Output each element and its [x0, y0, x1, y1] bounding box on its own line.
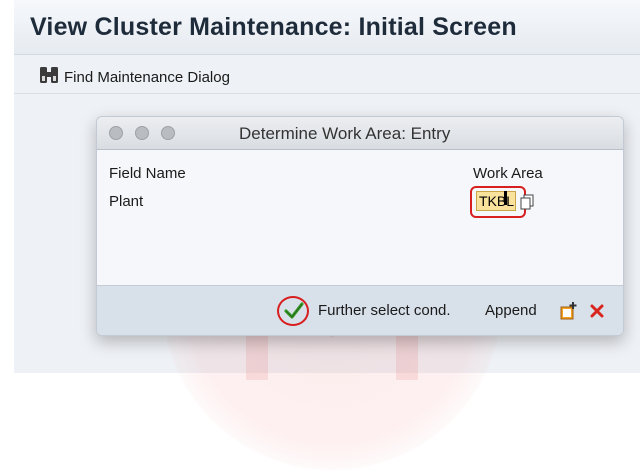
- work-area-highlight: TKBL: [470, 186, 534, 218]
- cancel-icon[interactable]: [589, 303, 605, 324]
- text-cursor: [504, 191, 507, 205]
- sap-window: View Cluster Maintenance: Initial Screen…: [14, 0, 640, 470]
- toolbar: Find Maintenance Dialog: [14, 55, 640, 94]
- find-maintenance-dialog-label: Find Maintenance Dialog: [64, 69, 230, 86]
- title-bar: View Cluster Maintenance: Initial Screen: [14, 0, 640, 55]
- dialog-content: Field Name Work Area Plant TKBL: [97, 150, 623, 285]
- value-help-icon[interactable]: [520, 194, 534, 215]
- dialog-title: Determine Work Area: Entry: [239, 124, 451, 143]
- find-maintenance-dialog-button[interactable]: Find Maintenance Dialog: [38, 64, 230, 91]
- binoculars-icon: [38, 64, 60, 91]
- dialog-title-bar: Determine Work Area: Entry: [97, 117, 623, 150]
- field-name-header: Field Name: [109, 165, 186, 182]
- continue-highlight: [277, 296, 309, 326]
- dialog-footer: Further select cond. Append: [97, 285, 623, 335]
- further-select-cond-button[interactable]: Further select cond.: [318, 302, 451, 319]
- append-button[interactable]: Append: [485, 302, 537, 319]
- maximize-window-icon[interactable]: [161, 126, 175, 140]
- page-title: View Cluster Maintenance: Initial Screen: [30, 13, 517, 41]
- determine-work-area-dialog: Determine Work Area: Entry Field Name Wo…: [96, 116, 624, 336]
- close-window-icon[interactable]: [109, 126, 123, 140]
- work-area-header: Work Area: [473, 165, 543, 182]
- continue-check-icon[interactable]: [284, 302, 304, 325]
- plant-label: Plant: [109, 193, 144, 210]
- append-entry-icon[interactable]: [559, 301, 579, 326]
- minimize-window-icon[interactable]: [135, 126, 149, 140]
- plant-work-area-input[interactable]: TKBL: [476, 191, 516, 211]
